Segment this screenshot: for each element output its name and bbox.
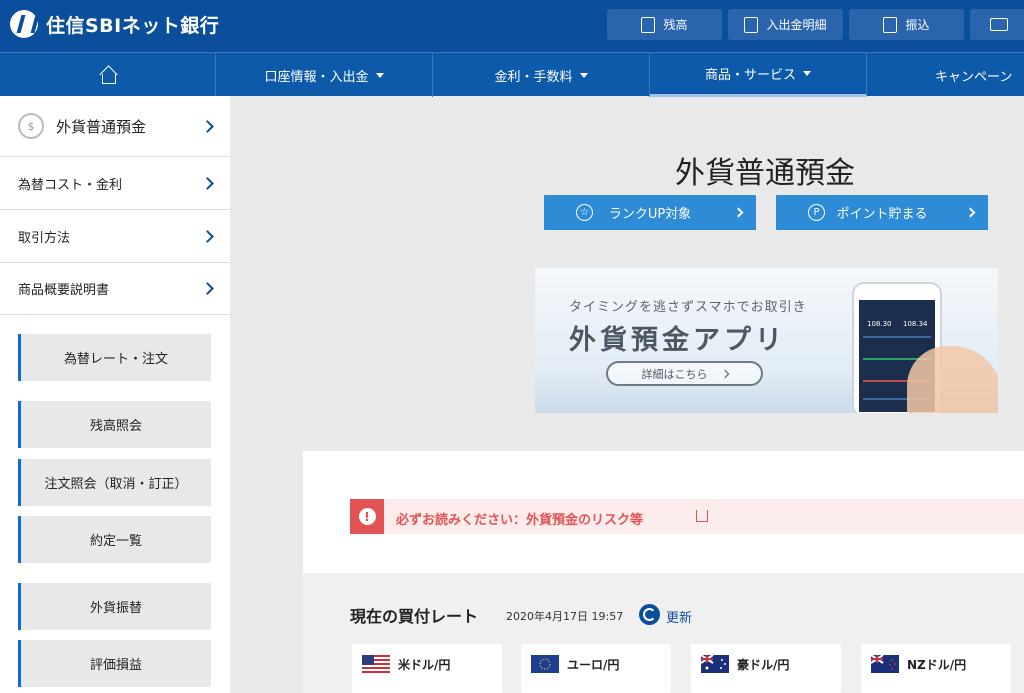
currency-card-eur[interactable]: ユーロ/円: [521, 644, 671, 693]
point-button[interactable]: P ポイント貯まる: [776, 195, 988, 230]
banner-details-button[interactable]: 詳細はこちら: [606, 361, 763, 386]
chevron-right-icon: [733, 207, 744, 218]
page-title: 外貨普通預金: [675, 156, 855, 191]
rank-up-button[interactable]: ☆ ランクUP対象: [544, 195, 756, 230]
point-label: ポイント貯まる: [836, 207, 928, 222]
chevron-right-icon: [201, 229, 214, 243]
phone-rate-2: 108.34: [903, 320, 928, 328]
banner-title: 外貨預金アプリ: [569, 325, 786, 356]
risk-notice-link[interactable]: ! 必ずお読みください：外貨預金のリスク等: [350, 499, 1024, 534]
transfer-icon: [883, 16, 898, 33]
sidebar-item-label: 取引方法: [18, 230, 71, 246]
main-nav: 口座情報・入出金 金利・手数料 商品・サービス キャンペーン: [0, 52, 1024, 97]
chevron-right-icon: [965, 207, 976, 218]
warning-icon: !: [350, 499, 384, 534]
home-icon: [99, 67, 117, 84]
transfer-button[interactable]: 振込: [849, 9, 964, 40]
phone-rate-1: 108.30: [867, 320, 892, 328]
fx-rate-order-button[interactable]: 為替レート・注文: [18, 334, 211, 381]
refresh-link[interactable]: 更新: [666, 607, 692, 626]
caret-down-icon: [803, 71, 811, 76]
rank-up-label: ランクUP対象: [608, 207, 692, 222]
currency-label: ユーロ/円: [567, 658, 620, 672]
fx-transfer-button[interactable]: 外貨振替: [18, 583, 211, 630]
statement-button-label: 入出金明細: [766, 18, 827, 32]
balance-button[interactable]: 残高: [607, 9, 722, 40]
transfer-button-label: 振込: [905, 18, 930, 32]
caret-down-icon: [375, 72, 384, 78]
point-icon: P: [808, 204, 825, 221]
nz-flag-icon: [871, 655, 899, 673]
order-inquiry-button[interactable]: 注文照会（取消・訂正）: [18, 459, 211, 506]
nav-rates-fees[interactable]: 金利・手数料: [433, 53, 650, 97]
sidebar-item-label: 商品概要説明書: [18, 283, 110, 298]
valuation-pl-button[interactable]: 評価損益: [18, 640, 211, 687]
bank-logo[interactable]: 住信SBIネット銀行: [10, 10, 219, 38]
nav-campaign[interactable]: キャンペーン: [867, 53, 1024, 97]
chevron-right-icon: [201, 282, 214, 295]
nav-home[interactable]: [0, 53, 216, 97]
bank-logo-icon: [10, 10, 38, 38]
balance-button-label: 残高: [663, 18, 688, 32]
nav-account-info[interactable]: 口座情報・入出金: [216, 53, 433, 97]
currency-label: 米ドル/円: [398, 658, 451, 672]
chevron-right-icon: [201, 119, 214, 133]
star-icon: ☆: [576, 204, 593, 221]
statement-icon: [744, 16, 759, 33]
sidebar: $ 外貨普通預金 為替コスト・金利 取引方法 商品概要説明書 為替レート・注文 …: [0, 96, 230, 693]
mail-icon: [990, 18, 1008, 31]
sidebar-item-label: 為替コスト・金利: [18, 177, 123, 193]
mail-button[interactable]: [970, 9, 1024, 40]
chevron-right-icon: [201, 176, 214, 190]
sidebar-item-fx-cost[interactable]: 為替コスト・金利: [0, 157, 230, 210]
currency-card-usd[interactable]: 米ドル/円: [352, 644, 502, 693]
currency-label: 豪ドル/円: [737, 658, 790, 672]
balance-inquiry-button[interactable]: 残高照会: [18, 401, 211, 448]
bank-logo-text: 住信SBIネット銀行: [46, 14, 220, 37]
sidebar-title-link[interactable]: $ 外貨普通預金: [0, 96, 230, 157]
sidebar-item-product-overview[interactable]: 商品概要説明書: [0, 263, 230, 315]
currency-label: NZドル/円: [907, 658, 967, 672]
currency-card-aud[interactable]: 豪ドル/円: [691, 644, 841, 693]
us-flag-icon: [362, 655, 390, 673]
external-link-icon: [696, 510, 708, 522]
statement-button[interactable]: 入出金明細: [728, 9, 843, 40]
currency-card-nzd[interactable]: NZドル/円: [861, 644, 1011, 693]
chart-line: [863, 336, 931, 338]
caret-down-icon: [579, 72, 588, 78]
au-flag-icon: [701, 655, 729, 673]
nav-products-services-label: 商品・サービス: [704, 68, 796, 83]
calculator-icon: [641, 16, 656, 33]
hand-image: [907, 346, 998, 413]
banner-details-label: 詳細はこちら: [641, 367, 708, 381]
dollar-coin-icon: $: [18, 113, 44, 139]
sidebar-item-how-to-trade[interactable]: 取引方法: [0, 210, 230, 263]
sidebar-title: 外貨普通預金: [56, 117, 147, 136]
risk-notice-text: 必ずお読みください：外貨預金のリスク等: [396, 513, 644, 528]
rates-timestamp: 2020年4月17日 19:57: [506, 610, 624, 623]
chevron-right-icon: [720, 369, 729, 378]
warning-glyph: !: [358, 508, 376, 525]
refresh-icon[interactable]: [639, 604, 660, 625]
execution-list-button[interactable]: 約定一覧: [18, 516, 211, 563]
rates-title: 現在の買付レート: [350, 607, 479, 626]
nav-rates-fees-label: 金利・手数料: [494, 69, 573, 85]
app-banner[interactable]: タイミングを逃さずスマホでお取引き 外貨預金アプリ 詳細はこちら 108.30 …: [535, 268, 998, 413]
nav-products-services[interactable]: 商品・サービス: [650, 53, 867, 97]
nav-campaign-label: キャンペーン: [935, 69, 1013, 85]
nav-account-info-label: 口座情報・入出金: [264, 69, 369, 85]
top-header: 住信SBIネット銀行 残高 入出金明細 振込: [0, 0, 1024, 52]
banner-subtitle: タイミングを逃さずスマホでお取引き: [569, 300, 807, 315]
eu-flag-icon: [531, 655, 559, 673]
